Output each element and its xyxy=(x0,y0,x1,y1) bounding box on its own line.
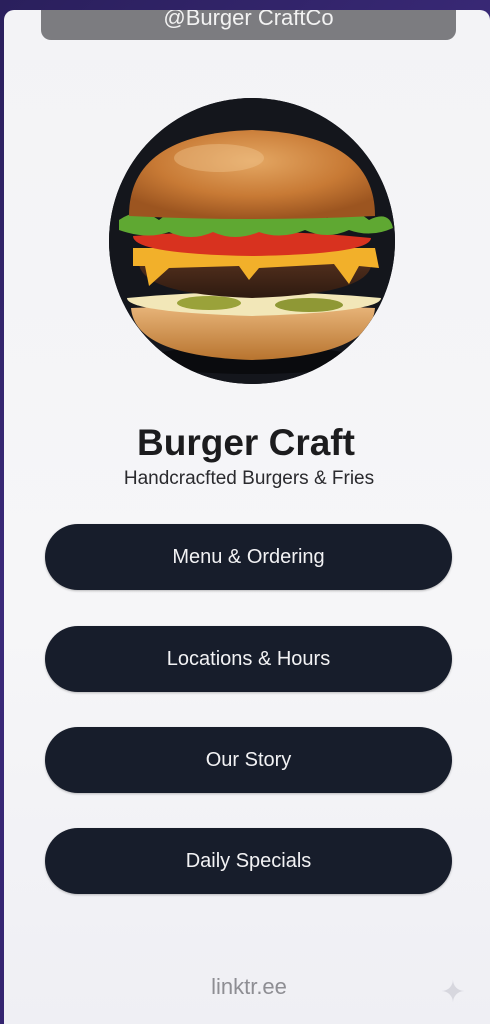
profile-tagline: Handcracfted Burgers & Fries xyxy=(123,468,375,489)
burger-image xyxy=(109,98,395,384)
profile-name: Burger Craft xyxy=(137,422,355,463)
handle-bar: @Burger CraftCo xyxy=(41,10,456,40)
profile-handle: @Burger CraftCo xyxy=(163,10,334,30)
avatar xyxy=(109,98,395,384)
link-button-our-story[interactable]: Our Story xyxy=(45,727,452,793)
link-button-locations-hours[interactable]: Locations & Hours xyxy=(45,626,452,692)
profile-card: @Burger CraftCo Burger Craft Handcracfte… xyxy=(4,10,490,1024)
link-button-daily-specials[interactable]: Daily Specials xyxy=(45,828,452,894)
sparkle-icon: ✦ xyxy=(440,976,466,1009)
link-button-menu-ordering[interactable]: Menu & Ordering xyxy=(45,524,452,590)
footer-brand[interactable]: linktr.ee xyxy=(4,974,490,1000)
